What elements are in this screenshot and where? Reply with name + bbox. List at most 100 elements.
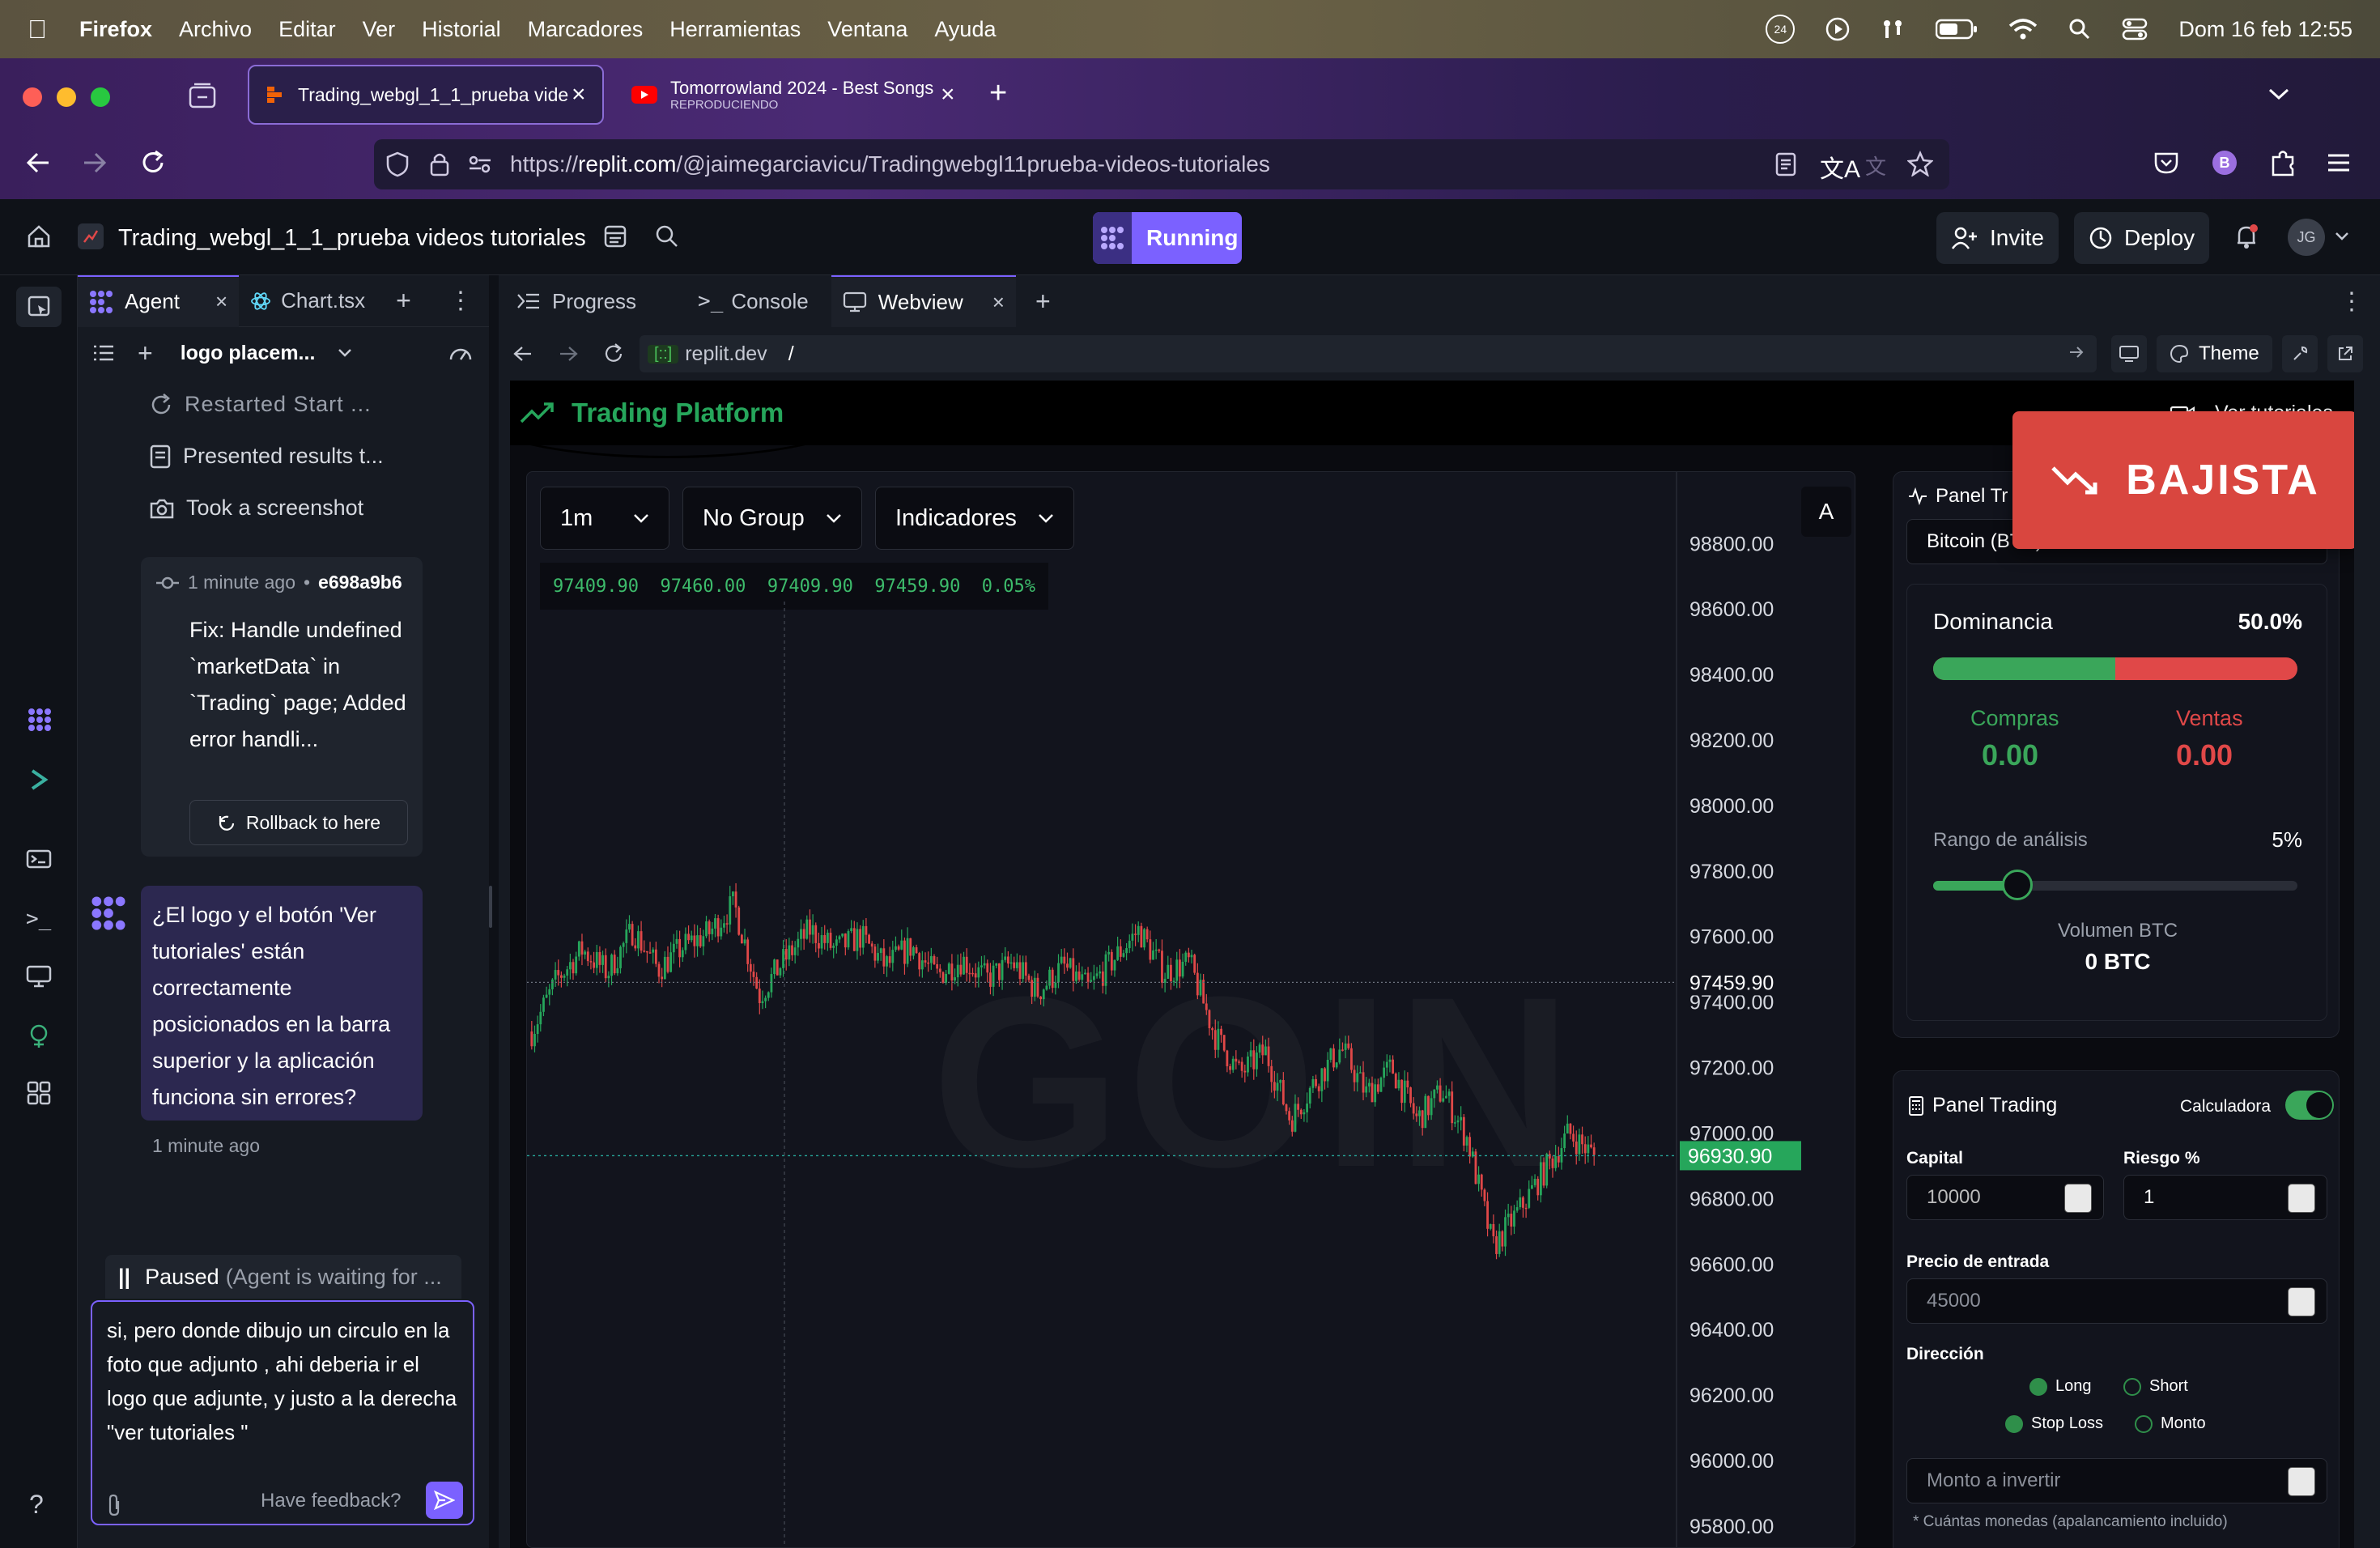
send-button[interactable]: [426, 1482, 463, 1519]
webview-rail-icon[interactable]: [26, 965, 52, 988]
chevron-down-icon[interactable]: [2335, 232, 2349, 241]
chat-input-box[interactable]: si, pero donde dibujo un circulo en la f…: [91, 1300, 474, 1525]
controls-icon[interactable]: [1881, 17, 1905, 41]
radio-long[interactable]: [2029, 1377, 2047, 1396]
price-chart[interactable]: 1m No Group Indicadores 97409.90 97460.0…: [526, 471, 1855, 1548]
close-tab-icon[interactable]: ×: [215, 289, 227, 314]
notification-status-icon[interactable]: 24: [1766, 15, 1796, 44]
forward-icon[interactable]: [81, 151, 108, 175]
close-window-button[interactable]: [23, 87, 42, 107]
devtools-icon[interactable]: [2281, 335, 2318, 372]
capital-input[interactable]: 10000: [1906, 1175, 2104, 1220]
agent-rail-icon[interactable]: [28, 708, 52, 732]
pocket-icon[interactable]: [2153, 151, 2179, 175]
more-icon[interactable]: ⋮: [448, 287, 473, 315]
menu-marcadores[interactable]: Marcadores: [528, 17, 644, 42]
extensions-icon[interactable]: [2270, 149, 2296, 176]
group-select[interactable]: No Group: [682, 487, 862, 550]
menu-ayuda[interactable]: Ayuda: [934, 17, 996, 42]
direction-long[interactable]: Long: [2029, 1377, 2092, 1396]
usage-gauge-icon[interactable]: [448, 344, 473, 362]
menubar-clock[interactable]: Dom 16 feb 12:55: [2178, 17, 2352, 42]
close-tab-icon[interactable]: ×: [572, 81, 586, 108]
entry-stepper[interactable]: [2288, 1287, 2315, 1316]
new-tab-icon[interactable]: +: [396, 286, 411, 316]
play-icon[interactable]: [1825, 17, 1850, 41]
new-tab-icon[interactable]: +: [1035, 287, 1051, 317]
device-icon[interactable]: [2111, 335, 2147, 372]
wifi-icon[interactable]: [2008, 18, 2038, 40]
attach-icon[interactable]: [105, 1493, 123, 1517]
console-rail-icon[interactable]: >_: [26, 907, 51, 931]
chart-corner-button[interactable]: A: [1801, 487, 1851, 537]
all-tools-icon[interactable]: [26, 1080, 52, 1106]
open-arrow-icon[interactable]: [2068, 343, 2085, 361]
profile-avatar[interactable]: B: [2212, 151, 2237, 175]
browser-tab-youtube[interactable]: Tomorrowland 2024 - Best Songs REPRODUCI…: [615, 65, 971, 125]
run-button[interactable]: Running: [1093, 212, 1242, 264]
reader-view-icon[interactable]: [1774, 152, 1797, 176]
lock-icon[interactable]: [429, 151, 450, 177]
calculator-toggle[interactable]: [2285, 1091, 2334, 1120]
menu-historial[interactable]: Historial: [422, 17, 501, 42]
mode-monto[interactable]: Monto: [2135, 1414, 2206, 1433]
back-icon[interactable]: [24, 151, 52, 175]
menu-editar[interactable]: Editar: [278, 17, 336, 42]
history-list-icon[interactable]: [92, 343, 115, 363]
close-tab-icon[interactable]: ×: [992, 290, 1005, 315]
risk-input[interactable]: 1: [2123, 1175, 2327, 1220]
user-avatar[interactable]: JG: [2288, 219, 2325, 256]
tab-progress[interactable]: Progress: [505, 275, 648, 327]
webview-url-bar[interactable]: [::] replit.dev /: [640, 335, 2097, 372]
new-tab-button[interactable]: +: [989, 76, 1007, 111]
chat-input-text[interactable]: si, pero donde dibujo un circulo en la f…: [107, 1313, 463, 1449]
reload-icon[interactable]: [139, 149, 167, 176]
risk-stepper[interactable]: [2288, 1184, 2315, 1213]
tab-agent[interactable]: Agent ×: [78, 274, 240, 327]
direction-short[interactable]: Short: [2123, 1377, 2188, 1396]
control-center-icon[interactable]: [2122, 18, 2148, 40]
tab-console[interactable]: >_ Console: [686, 275, 820, 327]
theme-button[interactable]: Theme: [2157, 335, 2272, 372]
shield-icon[interactable]: [385, 151, 410, 177]
list-all-tabs-icon[interactable]: [2267, 86, 2291, 102]
radio-stop-loss[interactable]: [2005, 1414, 2023, 1433]
project-info-icon[interactable]: [602, 223, 628, 249]
help-icon[interactable]: ?: [29, 1490, 44, 1520]
browser-tab-active[interactable]: Trading_webgl_1_1_prueba videos tutorial…: [248, 65, 604, 125]
range-slider[interactable]: [1933, 870, 2297, 900]
more-icon[interactable]: ⋮: [2340, 287, 2364, 316]
timeframe-select[interactable]: 1m: [540, 487, 670, 550]
files-icon[interactable]: [16, 287, 62, 327]
deploy-button[interactable]: Deploy: [2074, 212, 2210, 264]
notifications-bell-icon[interactable]: [2234, 223, 2259, 249]
back-icon[interactable]: [512, 344, 534, 364]
tab-chart-tsx[interactable]: Chart.tsx: [239, 288, 376, 313]
minimize-window-button[interactable]: [57, 87, 76, 107]
agent-step-presented[interactable]: Presented results t...: [149, 444, 384, 469]
translate-page-icon[interactable]: 文: [1865, 151, 1886, 181]
deployments-rail-icon[interactable]: [26, 1023, 52, 1049]
feedback-link[interactable]: Have feedback?: [261, 1490, 401, 1512]
new-chat-icon[interactable]: +: [138, 338, 153, 368]
shell-rail-icon[interactable]: [26, 848, 52, 870]
search-icon[interactable]: [654, 223, 680, 249]
indicators-select[interactable]: Indicadores: [875, 487, 1074, 550]
external-link-icon[interactable]: [2327, 335, 2363, 372]
menu-herramientas[interactable]: Herramientas: [669, 17, 801, 42]
capital-stepper[interactable]: [2064, 1184, 2092, 1213]
agent-step-screenshot[interactable]: Took a screenshot: [149, 495, 363, 521]
entry-price-input[interactable]: 45000: [1906, 1278, 2327, 1324]
radio-short[interactable]: [2123, 1377, 2141, 1396]
menu-ver[interactable]: Ver: [363, 17, 396, 42]
panel-resize-handle[interactable]: [489, 886, 492, 928]
close-tab-icon[interactable]: ×: [941, 81, 955, 108]
menu-archivo[interactable]: Archivo: [179, 17, 252, 42]
project-name[interactable]: Trading_webgl_1_1_prueba videos tutorial…: [118, 225, 586, 252]
amount-stepper[interactable]: [2288, 1467, 2315, 1496]
checkpoint-hash[interactable]: e698a9b6: [318, 572, 402, 593]
address-bar[interactable]: https://replit.com/@jaimegarciavicu/Trad…: [374, 139, 1949, 189]
range-slider-thumb[interactable]: [2001, 870, 2033, 900]
menu-ventana[interactable]: Ventana: [827, 17, 907, 42]
app-menu-icon[interactable]: [2327, 152, 2351, 173]
